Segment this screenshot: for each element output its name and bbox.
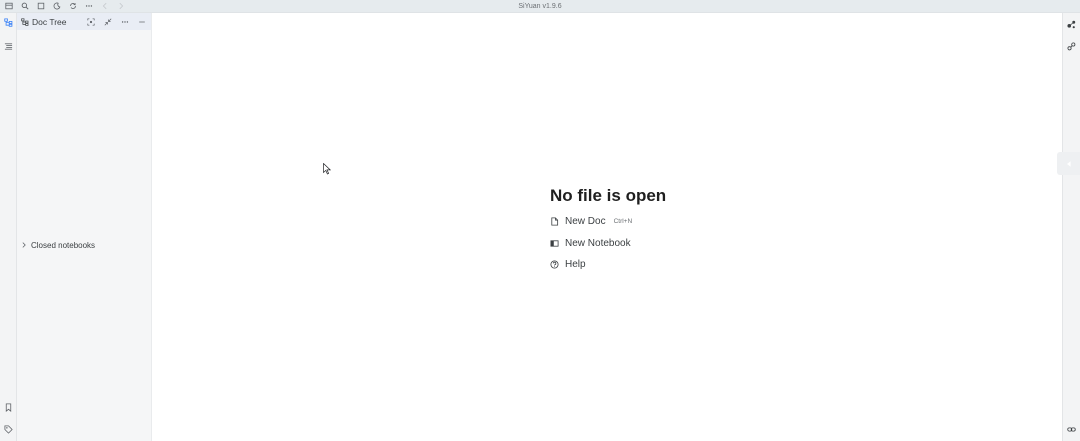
mouse-cursor-icon xyxy=(323,163,331,175)
more-icon[interactable] xyxy=(84,2,93,11)
empty-state: No file is open New Doc Ctrl+N New Noteb… xyxy=(550,185,666,272)
left-dock xyxy=(0,13,17,441)
minimize-icon[interactable] xyxy=(137,17,147,27)
bookmark-icon[interactable] xyxy=(3,402,14,413)
empty-title: No file is open xyxy=(550,186,667,205)
closed-notebooks-toggle[interactable]: Closed notebooks xyxy=(21,239,95,251)
right-panel-toggle[interactable] xyxy=(1057,152,1080,175)
new-notebook-label: New Notebook xyxy=(565,237,631,249)
forward-icon[interactable] xyxy=(116,2,125,11)
backlink-icon[interactable] xyxy=(1066,424,1077,435)
closed-notebooks-label: Closed notebooks xyxy=(31,240,96,250)
help-button[interactable]: Help xyxy=(550,258,666,272)
workspace-icon[interactable] xyxy=(4,2,13,11)
file-icon xyxy=(551,217,559,226)
right-dock xyxy=(1062,13,1080,441)
back-icon[interactable] xyxy=(100,2,109,11)
collapse-icon[interactable] xyxy=(103,17,113,27)
title-bar: SiYuan v1.9.6 xyxy=(0,0,1080,13)
editor-area: No file is open New Doc Ctrl+N New Noteb… xyxy=(152,13,1062,441)
focus-icon[interactable] xyxy=(86,17,96,27)
notebook-icon xyxy=(550,239,559,247)
sync-icon[interactable] xyxy=(68,2,77,11)
caret-left-icon xyxy=(1066,160,1071,167)
help-icon xyxy=(550,260,559,269)
more-icon[interactable] xyxy=(120,17,130,27)
chevron-right-icon xyxy=(22,242,26,248)
new-notebook-button[interactable]: New Notebook xyxy=(550,236,666,250)
graph-icon[interactable] xyxy=(1066,19,1077,30)
window-icon[interactable] xyxy=(36,2,45,11)
doc-tree-icon xyxy=(20,17,30,27)
new-doc-button[interactable]: New Doc Ctrl+N xyxy=(550,215,666,229)
doc-tree-title: Doc Tree xyxy=(32,16,67,27)
global-graph-icon[interactable] xyxy=(1066,41,1077,52)
new-doc-shortcut: Ctrl+N xyxy=(613,218,633,225)
theme-moon-icon[interactable] xyxy=(52,2,61,11)
tag-icon[interactable] xyxy=(3,424,14,435)
new-doc-label: New Doc xyxy=(565,216,606,227)
app-title: SiYuan v1.9.6 xyxy=(518,3,562,10)
help-label: Help xyxy=(565,259,586,270)
outline-icon[interactable] xyxy=(3,41,14,52)
doc-tree-header: Doc Tree xyxy=(17,13,151,30)
search-icon[interactable] xyxy=(20,2,29,11)
file-tree-icon[interactable] xyxy=(3,17,14,28)
doc-tree-panel: Doc Tree Closed notebooks xyxy=(17,13,152,441)
